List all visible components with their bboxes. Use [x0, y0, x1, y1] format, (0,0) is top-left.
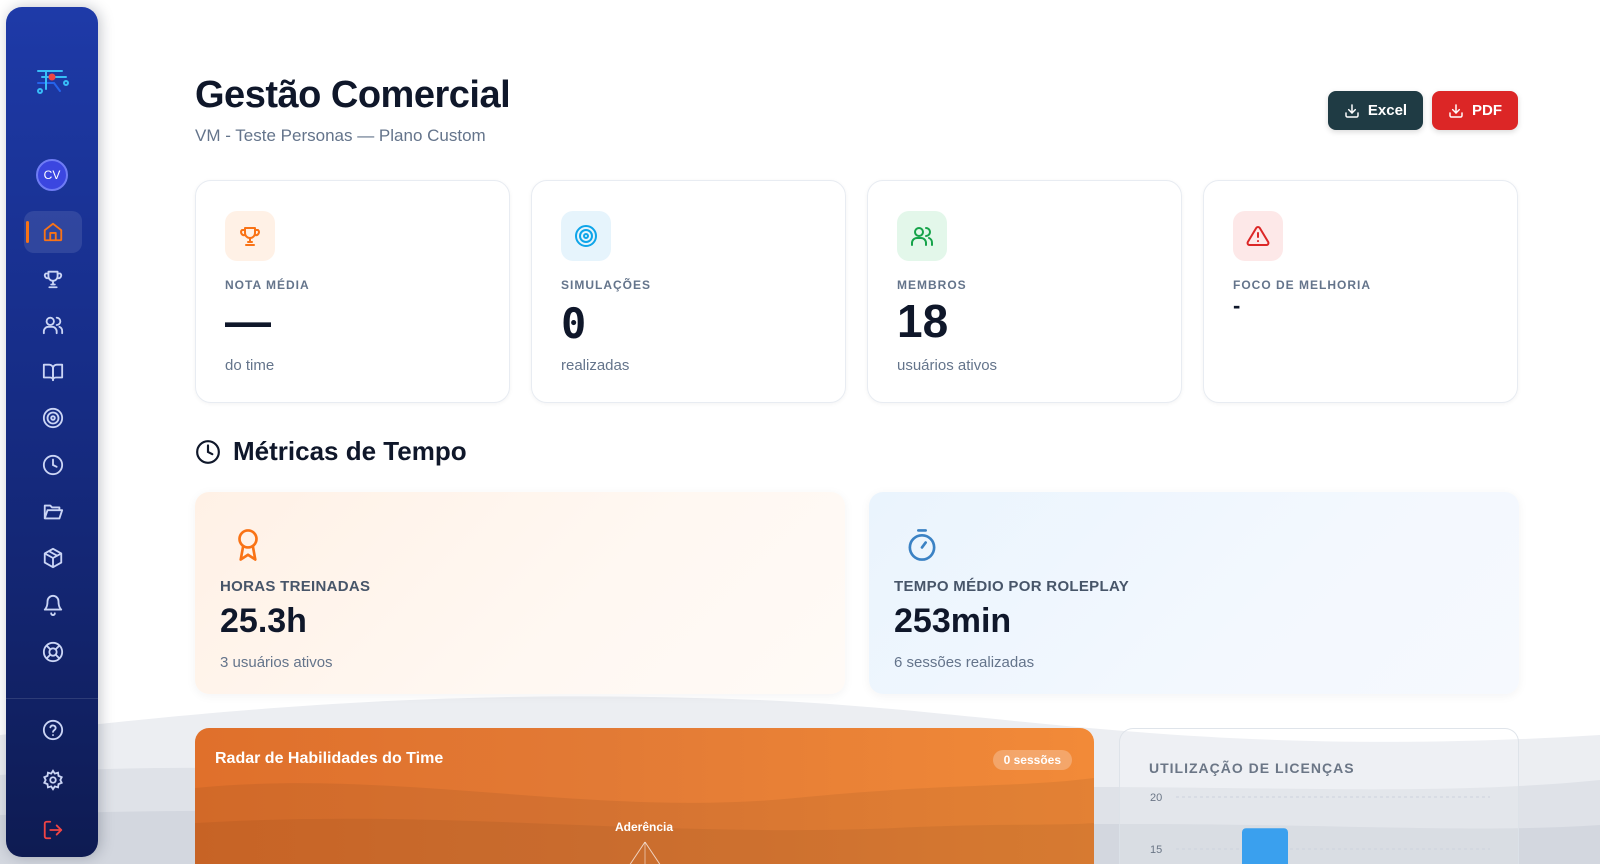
metric-value: 25.3h	[220, 602, 307, 640]
timer-icon	[908, 529, 936, 561]
stat-label: SIMULAÇÕES	[561, 278, 652, 292]
sidebar-item-history[interactable]	[24, 444, 82, 486]
stat-card-simulations: SIMULAÇÕES 0 realizadas	[531, 180, 846, 403]
target-icon	[42, 407, 64, 429]
page-title: Gestão Comercial	[195, 74, 511, 116]
users-icon	[42, 316, 64, 335]
stat-label: NOTA MÉDIA	[225, 278, 310, 292]
radar-chart	[629, 841, 661, 864]
logout-icon	[43, 820, 63, 840]
license-card: UTILIZAÇÃO DE LICENÇAS 20 15	[1119, 728, 1519, 864]
sidebar-item-notifications[interactable]	[24, 584, 82, 626]
sidebar-item-simulations[interactable]	[24, 397, 82, 439]
sidebar-item-modules[interactable]	[24, 537, 82, 579]
stat-icon-wrap	[897, 211, 947, 261]
stat-label: FOCO DE MELHORIA	[1233, 278, 1371, 292]
license-title: UTILIZAÇÃO DE LICENÇAS	[1149, 760, 1355, 776]
stat-icon-wrap	[1233, 211, 1283, 261]
sidebar-item-settings[interactable]	[24, 759, 82, 801]
radar-axis-label: Aderência	[615, 820, 674, 834]
sidebar-item-ranking[interactable]	[24, 258, 82, 300]
sidebar: CV	[6, 7, 98, 857]
stat-value: 0	[561, 299, 587, 348]
book-icon	[42, 363, 64, 382]
license-ytick-20: 20	[1150, 792, 1162, 804]
lifebuoy-icon	[42, 641, 64, 663]
stat-value: —	[225, 295, 271, 347]
trophy-icon	[240, 227, 260, 246]
help-circle-icon	[42, 719, 64, 741]
sidebar-item-help[interactable]	[24, 709, 82, 751]
metric-card-hours-trained: HORAS TREINADAS 25.3h 3 usuários ativos	[195, 492, 845, 694]
sidebar-item-library[interactable]	[24, 351, 82, 393]
license-chart: 20 15	[1150, 792, 1490, 864]
export-pdf-button[interactable]: PDF	[1432, 91, 1518, 130]
license-bar	[1242, 828, 1288, 864]
logo-icon[interactable]	[32, 61, 72, 101]
stat-label: MEMBROS	[897, 278, 967, 292]
metric-label: TEMPO MÉDIO POR ROLEPLAY	[894, 578, 1130, 595]
stat-sub: usuários ativos	[897, 357, 998, 374]
export-excel-label: Excel	[1367, 102, 1408, 119]
sidebar-divider	[6, 698, 98, 699]
license-ytick-15: 15	[1150, 844, 1162, 856]
trophy-icon	[43, 270, 63, 289]
metric-label: HORAS TREINADAS	[220, 578, 371, 595]
stat-value: 18	[897, 295, 949, 347]
avatar[interactable]: CV	[36, 159, 68, 191]
stat-sub: do time	[225, 357, 275, 374]
sidebar-item-support[interactable]	[24, 631, 82, 673]
folder-icon	[43, 504, 64, 520]
radar-title: Radar de Habilidades do Time	[215, 750, 444, 767]
metric-value: 253min	[894, 602, 1012, 640]
download-icon	[1345, 103, 1359, 118]
metric-sub: 6 sessões realizadas	[894, 654, 1035, 671]
radar-session-badge: 0 sessões	[992, 750, 1072, 770]
stat-card-improvement-focus: FOCO DE MELHORIA -	[1203, 180, 1518, 403]
sidebar-item-home[interactable]	[24, 211, 82, 253]
sidebar-item-users[interactable]	[24, 304, 82, 346]
section-title-label: Métricas de Tempo	[233, 436, 467, 466]
metric-sub: 3 usuários ativos	[220, 654, 333, 671]
home-icon	[43, 222, 63, 242]
alert-triangle-icon	[1246, 225, 1270, 246]
stat-card-members: MEMBROS 18 usuários ativos	[867, 180, 1182, 403]
export-pdf-label: PDF	[1472, 102, 1502, 119]
target-icon	[575, 225, 597, 247]
stat-sub: realizadas	[561, 357, 630, 374]
sidebar-item-logout[interactable]	[24, 809, 82, 851]
award-icon	[238, 529, 258, 561]
sidebar-item-files[interactable]	[24, 491, 82, 533]
radar-card: Radar de Habilidades do Time 0 sessões A…	[195, 728, 1094, 864]
package-icon	[43, 547, 63, 569]
stat-icon-wrap	[561, 211, 611, 261]
page-subtitle: VM - Teste Personas — Plano Custom	[195, 126, 486, 145]
stat-value: -	[1233, 293, 1241, 318]
clock-icon	[42, 454, 64, 476]
bell-icon	[43, 595, 63, 616]
section-title-time: Métricas de Tempo	[195, 436, 467, 467]
export-excel-button[interactable]: Excel	[1328, 91, 1423, 130]
gear-icon	[43, 769, 63, 791]
metric-card-avg-roleplay-time: TEMPO MÉDIO POR ROLEPLAY 253min 6 sessõe…	[869, 492, 1519, 694]
download-icon	[1449, 103, 1463, 118]
users-icon	[911, 227, 933, 246]
stat-icon-wrap	[225, 211, 275, 261]
clock-icon	[196, 439, 220, 464]
stat-card-average-score: NOTA MÉDIA — do time	[195, 180, 510, 403]
